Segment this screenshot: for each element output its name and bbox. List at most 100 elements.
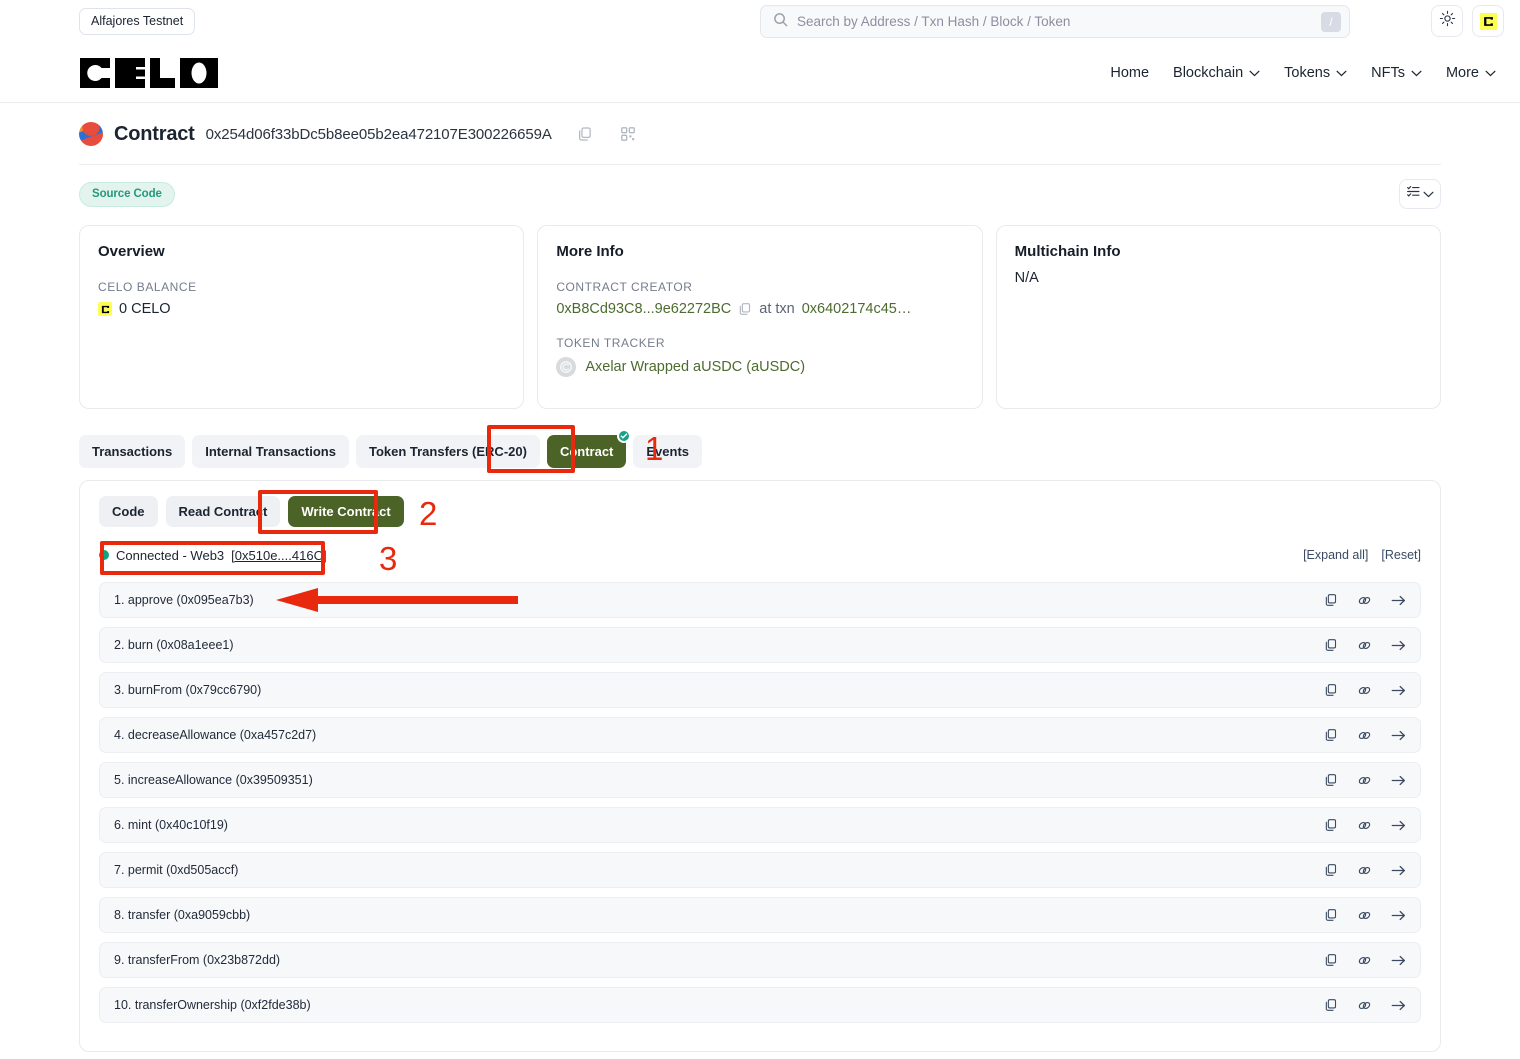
nav-item-home[interactable]: Home (1110, 65, 1149, 81)
function-row[interactable]: 8. transfer (0xa9059cbb) (99, 897, 1421, 933)
function-row[interactable]: 3. burnFrom (0x79cc6790) (99, 672, 1421, 708)
function-row[interactable]: 7. permit (0xd505accf) (99, 852, 1421, 888)
overview-title: Overview (98, 243, 165, 260)
tab-contract-label: Contract (559, 444, 614, 459)
nav-item-more[interactable]: More (1446, 65, 1496, 81)
token-tracker-link[interactable]: Axelar Wrapped aUSDC (aUSDC) (585, 359, 805, 375)
subtab-write-contract[interactable]: Write Contract (288, 496, 404, 527)
copy-icon[interactable] (1324, 908, 1338, 922)
function-label: 9. transferFrom (0x23b872dd) (114, 953, 281, 967)
arrow-right-icon[interactable] (1391, 819, 1406, 832)
copy-icon[interactable] (1324, 728, 1338, 742)
function-row[interactable]: 2. burn (0x08a1eee1) (99, 627, 1421, 663)
network-selector[interactable]: Alfajores Testnet (79, 8, 196, 35)
function-label: 8. transfer (0xa9059cbb) (114, 908, 251, 922)
creation-txn-link[interactable]: 0x6402174c45… (802, 301, 912, 317)
copy-icon[interactable] (1324, 863, 1338, 877)
chain-link-icon[interactable] (1357, 953, 1372, 968)
nav-item-tokens[interactable]: Tokens (1284, 65, 1347, 81)
contract-function-list: 1. approve (0x095ea7b3) 2. burn (0x08a1ee… (99, 582, 1421, 1023)
copy-icon[interactable] (1324, 998, 1338, 1012)
tab-contract[interactable]: Contract (546, 429, 632, 468)
connection-row: Connected - Web3 [0x510e....416C] [Expan… (99, 544, 1421, 566)
subtab-read-contract[interactable]: Read Contract (165, 496, 281, 527)
contract-address: 0x254d06f33bDc5b8ee05b2ea472107E30022665… (205, 125, 552, 143)
subtab-code[interactable]: Code (99, 496, 158, 527)
celo-brand-button[interactable] (1472, 5, 1504, 37)
copy-icon[interactable] (1324, 593, 1338, 607)
copy-icon[interactable] (577, 126, 593, 142)
connected-wallet-address[interactable]: [0x510e....416C] (231, 548, 326, 563)
token-tracker-label: TOKEN TRACKER (556, 336, 666, 350)
tab-transactions[interactable]: Transactions (79, 435, 186, 468)
chain-link-icon[interactable] (1357, 683, 1372, 698)
theme-toggle-button[interactable] (1431, 5, 1463, 37)
copy-icon[interactable] (1324, 818, 1338, 832)
nav-label: Tokens (1284, 64, 1331, 81)
celo-token-icon (98, 302, 112, 316)
celo-logo-icon (1479, 12, 1497, 30)
arrow-right-icon[interactable] (1391, 999, 1406, 1012)
search-input[interactable] (788, 13, 1321, 30)
info-cards: Overview CELO BALANCE 0 CELO More Info C… (79, 225, 1441, 409)
copy-icon[interactable] (1324, 953, 1338, 967)
copy-icon[interactable] (1324, 638, 1338, 652)
function-label: 7. permit (0xd505accf) (114, 863, 239, 877)
reset-link[interactable]: [Reset] (1381, 548, 1421, 562)
copy-icon[interactable] (738, 302, 752, 316)
celo-wordmark-logo[interactable] (79, 57, 219, 89)
function-row-actions (1324, 998, 1406, 1013)
multichain-title: Multichain Info (1014, 243, 1121, 260)
function-row[interactable]: 6. mint (0x40c10f19) (99, 807, 1421, 843)
contract-creator-label: CONTRACT CREATOR (556, 280, 693, 294)
copy-icon[interactable] (1324, 773, 1338, 787)
global-search[interactable]: / (760, 5, 1350, 38)
contract-creator-address-link[interactable]: 0xB8Cd93C8...9e62272BC (556, 301, 731, 317)
contract-subtabs: Code Read Contract Write Contract (99, 496, 1421, 527)
arrow-right-icon[interactable] (1391, 639, 1406, 652)
chain-link-icon[interactable] (1357, 728, 1372, 743)
function-row[interactable]: 9. transferFrom (0x23b872dd) (99, 942, 1421, 978)
arrow-right-icon[interactable] (1391, 864, 1406, 877)
chain-link-icon[interactable] (1357, 638, 1372, 653)
celo-balance-label: CELO BALANCE (98, 280, 197, 294)
function-row[interactable]: 5. increaseAllowance (0x39509351) (99, 762, 1421, 798)
multichain-info-card: Multichain Info N/A (995, 225, 1441, 409)
chain-link-icon[interactable] (1357, 998, 1372, 1013)
function-label: 6. mint (0x40c10f19) (114, 818, 228, 832)
chain-link-icon[interactable] (1357, 593, 1372, 608)
list-checklist-icon (1406, 184, 1421, 204)
search-shortcut-key: / (1321, 11, 1341, 32)
function-row[interactable]: 1. approve (0x095ea7b3) (99, 582, 1421, 618)
arrow-right-icon[interactable] (1391, 684, 1406, 697)
panel-actions: [Expand all] [Reset] (1303, 548, 1421, 562)
arrow-right-icon[interactable] (1391, 954, 1406, 967)
arrow-right-icon[interactable] (1391, 594, 1406, 607)
chain-link-icon[interactable] (1357, 863, 1372, 878)
celo-balance-value: 0 CELO (119, 301, 171, 317)
nav-item-blockchain[interactable]: Blockchain (1173, 65, 1260, 81)
function-label: 2. burn (0x08a1eee1) (114, 638, 234, 652)
arrow-right-icon[interactable] (1391, 774, 1406, 787)
function-row[interactable]: 10. transferOwnership (0xf2fde38b) (99, 987, 1421, 1023)
connection-status-dot-icon (99, 550, 109, 560)
copy-icon[interactable] (1324, 683, 1338, 697)
chain-link-icon[interactable] (1357, 908, 1372, 923)
nav-links: Home Blockchain Tokens NFTs More (1110, 65, 1496, 81)
arrow-right-icon[interactable] (1391, 729, 1406, 742)
tab-token-transfers[interactable]: Token Transfers (ERC-20) (355, 435, 540, 468)
function-row-actions (1324, 593, 1406, 608)
tab-events[interactable]: Events (633, 435, 703, 468)
contract-creator-row: 0xB8Cd93C8...9e62272BC at txn 0x6402174c… (556, 301, 963, 317)
list-view-button[interactable] (1399, 179, 1441, 209)
qr-code-icon[interactable] (620, 126, 636, 142)
tab-internal-transactions[interactable]: Internal Transactions (192, 435, 349, 468)
chain-link-icon[interactable] (1357, 818, 1372, 833)
main-navigation: Home Blockchain Tokens NFTs More (0, 43, 1520, 103)
expand-all-link[interactable]: [Expand all] (1303, 548, 1368, 562)
function-row[interactable]: 4. decreaseAllowance (0xa457c2d7) (99, 717, 1421, 753)
arrow-right-icon[interactable] (1391, 909, 1406, 922)
wallet-connection-status[interactable]: Connected - Web3 [0x510e....416C] (99, 548, 327, 563)
nav-item-nfts[interactable]: NFTs (1371, 65, 1422, 81)
chain-link-icon[interactable] (1357, 773, 1372, 788)
